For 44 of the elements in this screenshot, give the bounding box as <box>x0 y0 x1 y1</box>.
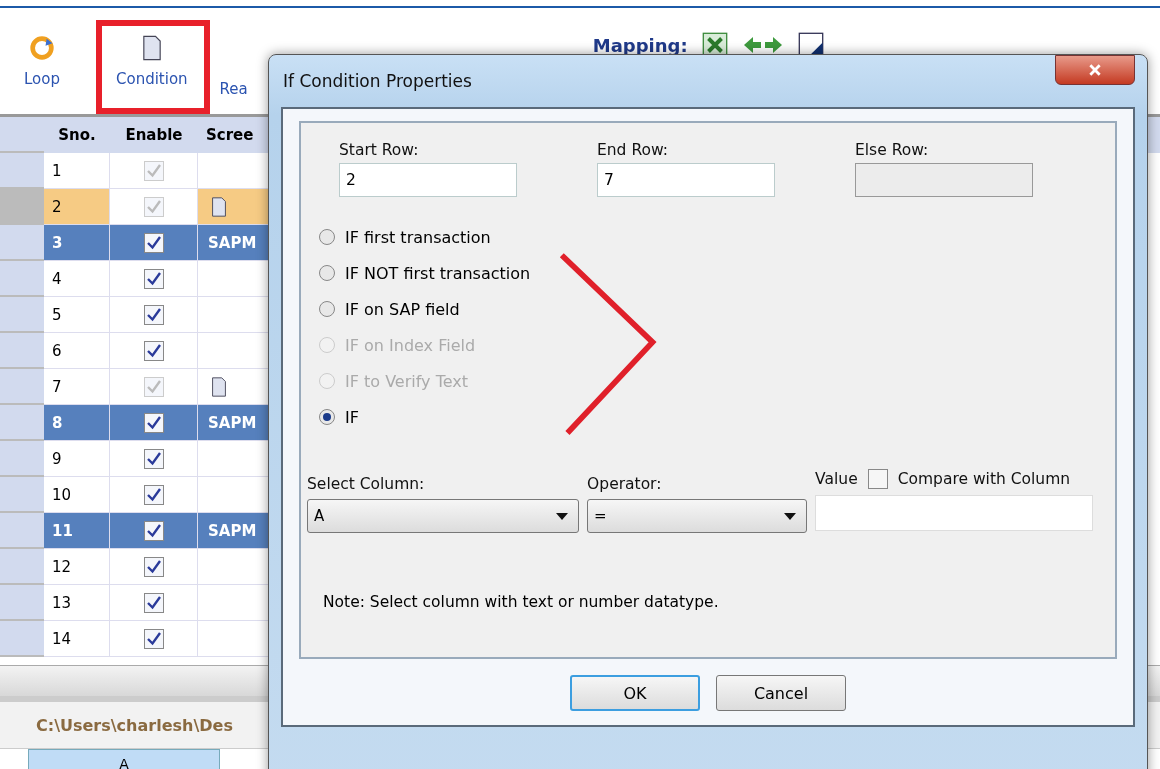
dialog-title: If Condition Properties <box>282 71 472 91</box>
column-header: Enable <box>124 125 184 146</box>
condition-button[interactable]: Condition <box>116 28 188 104</box>
row-number: 5 <box>44 297 110 333</box>
field-label: Value <box>815 470 858 488</box>
radio-label: IF on SAP field <box>345 299 460 319</box>
screen-name: SAPM <box>208 521 257 540</box>
row-number: 2 <box>44 189 110 225</box>
row-number: 6 <box>44 333 110 369</box>
field-label: Operator: <box>587 474 663 493</box>
operator-dropdown[interactable]: = <box>587 499 808 533</box>
field-label: Else Row: <box>855 141 930 159</box>
note-text: Note: Select column with text or number datatype. <box>323 593 720 611</box>
cancel-button[interactable]: Cancel <box>716 675 846 711</box>
radio-label: IF NOT first transaction <box>345 263 531 283</box>
radio-label: IF first transaction <box>345 227 491 247</box>
screen-name: SAPM <box>208 233 257 252</box>
file-tab[interactable]: C:\Users\charlesh\Des <box>36 715 233 735</box>
row-number: 3 <box>44 225 110 261</box>
column-dropdown[interactable]: A <box>307 499 580 533</box>
row-number: 4 <box>44 261 110 297</box>
ok-button[interactable]: OK <box>570 675 700 711</box>
column-header: Scree <box>205 125 255 146</box>
toolbar-button[interactable]: Rea <box>219 28 248 104</box>
row-input-field[interactable]: 2 <box>339 163 517 197</box>
column-header: Sno. <box>57 125 97 146</box>
radio-label: IF <box>345 407 359 427</box>
row-input-field[interactable]: 7 <box>597 163 775 197</box>
row-number: 12 <box>44 549 110 585</box>
field-label: End Row: <box>597 141 669 159</box>
screen-name: SAPM <box>208 413 257 432</box>
row-number: 8 <box>44 405 110 441</box>
row-number: 13 <box>44 585 110 621</box>
checkbox-label: Compare with Column <box>897 470 1071 488</box>
row-number: 9 <box>44 441 110 477</box>
radio-label: IF to Verify Text <box>345 371 468 391</box>
field-label: Start Row: <box>339 141 420 159</box>
field-label: Select Column: <box>307 474 426 493</box>
mapping-label: Mapping: <box>592 34 688 56</box>
row-number: 14 <box>44 621 110 657</box>
loop-button[interactable]: Loop <box>24 28 60 104</box>
sheet-column-header[interactable]: A <box>28 749 220 769</box>
row-number: 11 <box>44 513 110 549</box>
radio-label: IF on Index Field <box>345 335 476 355</box>
